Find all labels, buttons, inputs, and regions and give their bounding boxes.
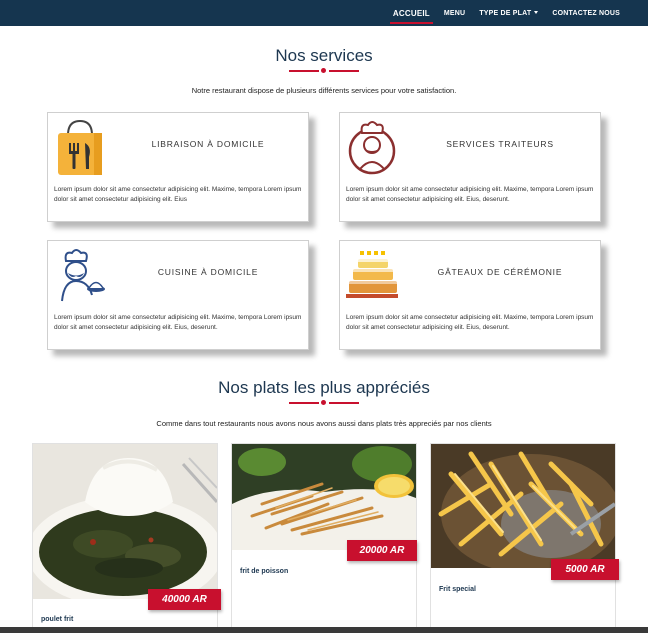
dish-image-poulet-frit	[33, 444, 217, 599]
dish-name[interactable]: poulet frit	[41, 616, 73, 623]
dishes-title: Nos plats les plus appréciés	[218, 378, 430, 397]
dish-image-frit-special	[431, 444, 615, 568]
nav-item-contactez-nous[interactable]: CONTACTEZ NOUS	[552, 10, 620, 17]
service-text-gateaux: Lorem ipsum dolor sit ame consectetur ad…	[346, 314, 594, 331]
bottom-bar	[0, 627, 648, 633]
chef-serving-icon	[54, 247, 106, 305]
chevron-down-icon	[534, 11, 539, 15]
dish-name[interactable]: frit de poisson	[240, 568, 288, 575]
dish-card-frit-de-poisson[interactable]: 20000 AR frit de poisson	[231, 443, 417, 633]
price-badge: 40000 AR	[148, 589, 221, 610]
nav-item-type-de-plat[interactable]: TYPE DE PLAT	[479, 9, 539, 17]
nav-links: ACCUEIL MENU TYPE DE PLAT CONTACTEZ NOUS	[379, 0, 620, 26]
nav-item-type-de-plat-label: TYPE DE PLAT	[479, 9, 532, 17]
nav-item-accueil[interactable]: ACCUEIL	[389, 9, 433, 24]
dish-name[interactable]: Frit special	[439, 586, 476, 593]
service-card-livraison: LIBRAISON À DOMICILE Lorem ipsum dolor s…	[47, 112, 309, 222]
service-title-livraison: LIBRAISON À DOMICILE	[151, 139, 265, 149]
service-card-gateaux: GÂTEAUX DE CÉRÉMONIE Lorem ipsum dolor s…	[339, 240, 601, 350]
cake-icon	[346, 247, 400, 305]
dish-card-frit-special[interactable]: 5000 AR Frit special	[430, 443, 619, 633]
dish-image-frit-de-poisson	[232, 444, 416, 550]
service-card-cuisine: CUISINE À DOMICILE Lorem ipsum dolor sit…	[47, 240, 309, 350]
price-badge: 20000 AR	[347, 540, 417, 561]
nav-item-menu[interactable]: MENU	[444, 10, 465, 17]
top-navbar: ACCUEIL MENU TYPE DE PLAT CONTACTEZ NOUS	[0, 0, 648, 26]
service-text-cuisine: Lorem ipsum dolor sit ame consectetur ad…	[54, 314, 302, 331]
services-title: Nos services	[275, 46, 373, 65]
service-card-traiteurs: SERVICES TRAITEURS Lorem ipsum dolor sit…	[339, 112, 601, 222]
service-title-cuisine: CUISINE À DOMICILE	[157, 267, 259, 277]
chef-icon	[346, 119, 398, 177]
price-badge: 5000 AR	[551, 559, 619, 580]
services-subtitle: Notre restaurant dispose de plusieurs di…	[191, 86, 457, 95]
shopping-bag-icon	[54, 119, 106, 177]
dishes-subtitle: Comme dans tout restaurants nous avons n…	[156, 419, 492, 428]
service-text-traiteurs: Lorem ipsum dolor sit ame consectetur ad…	[346, 186, 594, 203]
dish-card-poulet-frit[interactable]: 40000 AR poulet frit	[32, 443, 221, 633]
dishes-title-divider	[289, 399, 359, 407]
service-text-livraison: Lorem ipsum dolor sit ame consectetur ad…	[54, 186, 302, 203]
service-title-gateaux: GÂTEAUX DE CÉRÉMONIE	[437, 267, 563, 277]
service-title-traiteurs: SERVICES TRAITEURS	[446, 139, 554, 149]
services-title-divider	[289, 67, 359, 75]
